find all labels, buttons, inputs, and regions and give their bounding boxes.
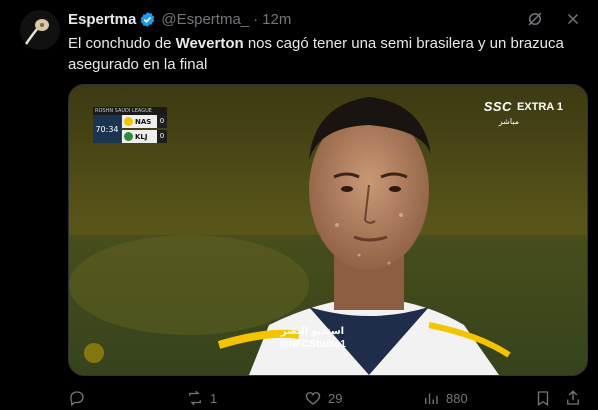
tweet-text-bold: Weverton bbox=[175, 35, 244, 52]
tweet: Espertma @Espertma_ · 12m El conchudo de… bbox=[0, 0, 598, 410]
retweet-icon bbox=[189, 390, 201, 406]
team-score: 0 bbox=[157, 130, 167, 143]
tweet-media-image[interactable]: ROSHN SAUDI LEAGUE 70:34 NAS 0 KLJ 0 SSC… bbox=[68, 84, 588, 376]
tweet-header: Espertma @Espertma_ · 12m bbox=[68, 9, 291, 29]
reply-button[interactable] bbox=[68, 389, 186, 407]
tweet-text-start: El conchudo de bbox=[68, 35, 176, 52]
views-icon bbox=[425, 393, 438, 404]
live-label: مباشر bbox=[498, 117, 519, 126]
team-name: KLJ bbox=[135, 132, 148, 141]
watermark-arabic: استديو النصر bbox=[280, 326, 345, 337]
retweet-count: 1 bbox=[210, 390, 218, 406]
reply-icon bbox=[70, 391, 84, 407]
scorebug-team-home: NAS 0 bbox=[122, 115, 167, 128]
bookmark-button[interactable] bbox=[534, 389, 564, 407]
scorebug-league: ROSHN SAUDI LEAGUE bbox=[93, 107, 167, 115]
channel-name: EXTRA 1 bbox=[516, 100, 563, 113]
display-name[interactable]: Espertma bbox=[68, 11, 136, 28]
separator-dot: · bbox=[253, 10, 259, 28]
team-crest-icon bbox=[124, 117, 133, 126]
channel-logo: SSC bbox=[483, 99, 512, 114]
team-crest-icon bbox=[124, 132, 133, 141]
team-score: 0 bbox=[157, 115, 167, 128]
scorebug: ROSHN SAUDI LEAGUE 70:34 NAS 0 KLJ 0 bbox=[93, 107, 167, 145]
header-actions bbox=[524, 8, 584, 30]
verified-badge-icon bbox=[141, 11, 155, 27]
share-icon bbox=[567, 390, 579, 405]
tweet-actions: 1 29 880 bbox=[68, 388, 588, 408]
more-options-icon[interactable] bbox=[562, 8, 584, 30]
share-button[interactable] bbox=[564, 389, 586, 407]
match-clock: 70:34 bbox=[93, 115, 121, 143]
like-button[interactable]: 29 bbox=[304, 389, 422, 407]
timestamp[interactable]: 12m bbox=[262, 11, 291, 28]
views-button[interactable]: 880 bbox=[422, 389, 534, 407]
grok-icon[interactable] bbox=[524, 8, 546, 30]
channel-branding: SSC EXTRA 1 bbox=[484, 99, 563, 114]
tweet-text: El conchudo de Weverton nos cagó tener u… bbox=[68, 33, 578, 75]
team-name: NAS bbox=[135, 117, 152, 126]
scorebug-team-away: KLJ 0 bbox=[122, 130, 167, 143]
like-count: 29 bbox=[328, 390, 343, 406]
bookmark-icon bbox=[537, 391, 549, 407]
views-count: 880 bbox=[446, 390, 468, 406]
watermark: استديو النصر @NFCStudio1 bbox=[279, 325, 346, 351]
handle[interactable]: @Espertma_ bbox=[161, 11, 249, 28]
heart-icon bbox=[305, 392, 321, 405]
retweet-button[interactable]: 1 bbox=[186, 389, 304, 407]
avatar[interactable] bbox=[20, 10, 60, 50]
watermark-handle: @NFCStudio1 bbox=[279, 339, 346, 350]
